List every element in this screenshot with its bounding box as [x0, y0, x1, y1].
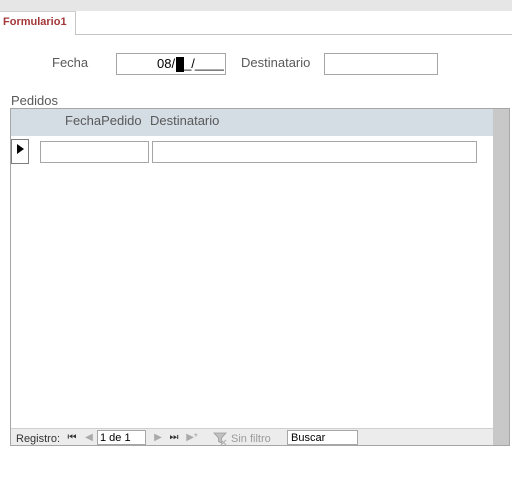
new-record-icon[interactable]: ▶*	[186, 432, 198, 443]
current-record-icon	[17, 144, 24, 154]
pedidos-label: Pedidos	[11, 93, 58, 108]
destinatario-label: Destinatario	[241, 55, 311, 70]
destinatario-field[interactable]	[324, 53, 438, 75]
record-selector[interactable]	[11, 139, 29, 164]
record-label: Registro:	[16, 433, 61, 445]
column-header-fechapedido[interactable]: FechaPedido	[65, 113, 142, 128]
fechapedido-cell[interactable]	[40, 141, 149, 163]
previous-record-icon[interactable]: ◀	[83, 432, 95, 443]
first-record-icon[interactable]: ⏮	[66, 432, 78, 443]
filter-icon[interactable]	[213, 431, 227, 445]
fecha-value: 08/_/____	[157, 56, 224, 71]
tab-label: Formulario1	[3, 16, 67, 28]
subform-scrollbar[interactable]	[493, 109, 509, 445]
text-cursor	[176, 57, 184, 72]
filter-status-label[interactable]: Sin filtro	[231, 433, 271, 445]
destinatario-cell[interactable]	[152, 141, 477, 163]
last-record-icon[interactable]: ⏭	[168, 432, 180, 443]
top-strip	[0, 0, 512, 11]
tab-row-divider	[75, 34, 512, 35]
record-position-input[interactable]: 1 de 1	[97, 430, 146, 445]
fecha-label: Fecha	[52, 55, 89, 70]
column-header-destinatario[interactable]: Destinatario	[150, 113, 219, 128]
next-record-icon[interactable]: ▶	[152, 432, 164, 443]
search-input[interactable]: Buscar	[287, 430, 358, 445]
fecha-field[interactable]: 08/_/____	[116, 53, 226, 75]
